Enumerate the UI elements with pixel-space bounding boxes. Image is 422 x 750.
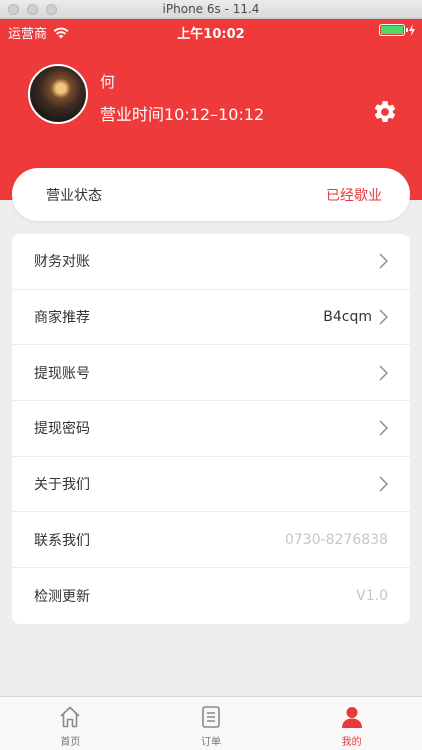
tab-home[interactable]: 首页 bbox=[0, 697, 141, 750]
charging-bolt-icon bbox=[409, 24, 415, 36]
battery-indicator bbox=[379, 24, 416, 36]
tab-orders[interactable]: 订单 bbox=[141, 697, 282, 750]
window-title: iPhone 6s - 11.4 bbox=[162, 2, 260, 16]
business-hours: 营业时间10:12–10:12 bbox=[100, 105, 265, 124]
chevron-right-icon bbox=[379, 476, 388, 492]
avatar[interactable] bbox=[28, 64, 88, 124]
menu-item-label: 检测更新 bbox=[34, 588, 90, 605]
profile-name: 何 bbox=[100, 73, 116, 91]
chevron-right-icon bbox=[379, 420, 388, 436]
menu-item-label: 关于我们 bbox=[34, 477, 90, 494]
menu-item-finance[interactable]: 财务对账 bbox=[12, 234, 410, 290]
zoom-window-button[interactable] bbox=[46, 4, 57, 15]
profile-icon bbox=[341, 707, 362, 728]
close-window-button[interactable] bbox=[8, 4, 19, 15]
business-status-value[interactable]: 已经歇业 bbox=[326, 185, 382, 205]
window-controls bbox=[8, 4, 57, 15]
order-icon bbox=[202, 706, 220, 728]
menu-item-merchant-referral[interactable]: 商家推荐 B4cqm bbox=[12, 290, 410, 346]
minimize-window-button[interactable] bbox=[27, 4, 38, 15]
menu-item-withdraw-password[interactable]: 提现密码 bbox=[12, 401, 410, 457]
menu-item-label: 提现密码 bbox=[34, 421, 90, 438]
menu-item-about-us[interactable]: 关于我们 bbox=[12, 457, 410, 513]
referral-code: B4cqm bbox=[323, 309, 372, 326]
tab-label: 我的 bbox=[341, 737, 362, 748]
chevron-right-icon bbox=[379, 309, 388, 325]
business-status-card[interactable]: 营业状态 已经歇业 bbox=[12, 168, 410, 221]
tab-label: 首页 bbox=[60, 737, 81, 748]
contact-phone: 0730-8276838 bbox=[284, 531, 388, 548]
settings-menu: 财务对账 商家推荐 B4cqm 提现账号 提现密码 关于我们 联系我们 0730… bbox=[12, 234, 410, 624]
menu-item-contact-us[interactable]: 联系我们 0730-8276838 bbox=[12, 512, 410, 569]
app-version: V1.0 bbox=[356, 587, 388, 604]
chevron-right-icon bbox=[379, 253, 388, 269]
simulator-title-bar: iPhone 6s - 11.4 bbox=[0, 0, 422, 19]
business-status-label: 营业状态 bbox=[46, 187, 102, 204]
menu-item-label: 联系我们 bbox=[34, 532, 90, 549]
battery-icon bbox=[379, 24, 408, 36]
menu-item-label: 财务对账 bbox=[34, 254, 90, 271]
status-time: 上午10:02 bbox=[177, 27, 245, 42]
tab-label: 订单 bbox=[201, 737, 221, 748]
home-icon bbox=[60, 706, 80, 728]
tab-bar: 首页 订单 我的 bbox=[0, 696, 422, 750]
status-bar: 运营商 上午10:02 bbox=[0, 19, 422, 43]
menu-item-withdraw-account[interactable]: 提现账号 bbox=[12, 345, 410, 402]
tab-profile[interactable]: 我的 bbox=[281, 697, 422, 750]
gear-icon[interactable] bbox=[372, 99, 398, 125]
menu-item-check-update[interactable]: 检测更新 V1.0 bbox=[12, 568, 410, 624]
menu-item-label: 提现账号 bbox=[34, 365, 90, 382]
chevron-right-icon bbox=[379, 365, 388, 381]
menu-item-label: 商家推荐 bbox=[34, 310, 90, 327]
